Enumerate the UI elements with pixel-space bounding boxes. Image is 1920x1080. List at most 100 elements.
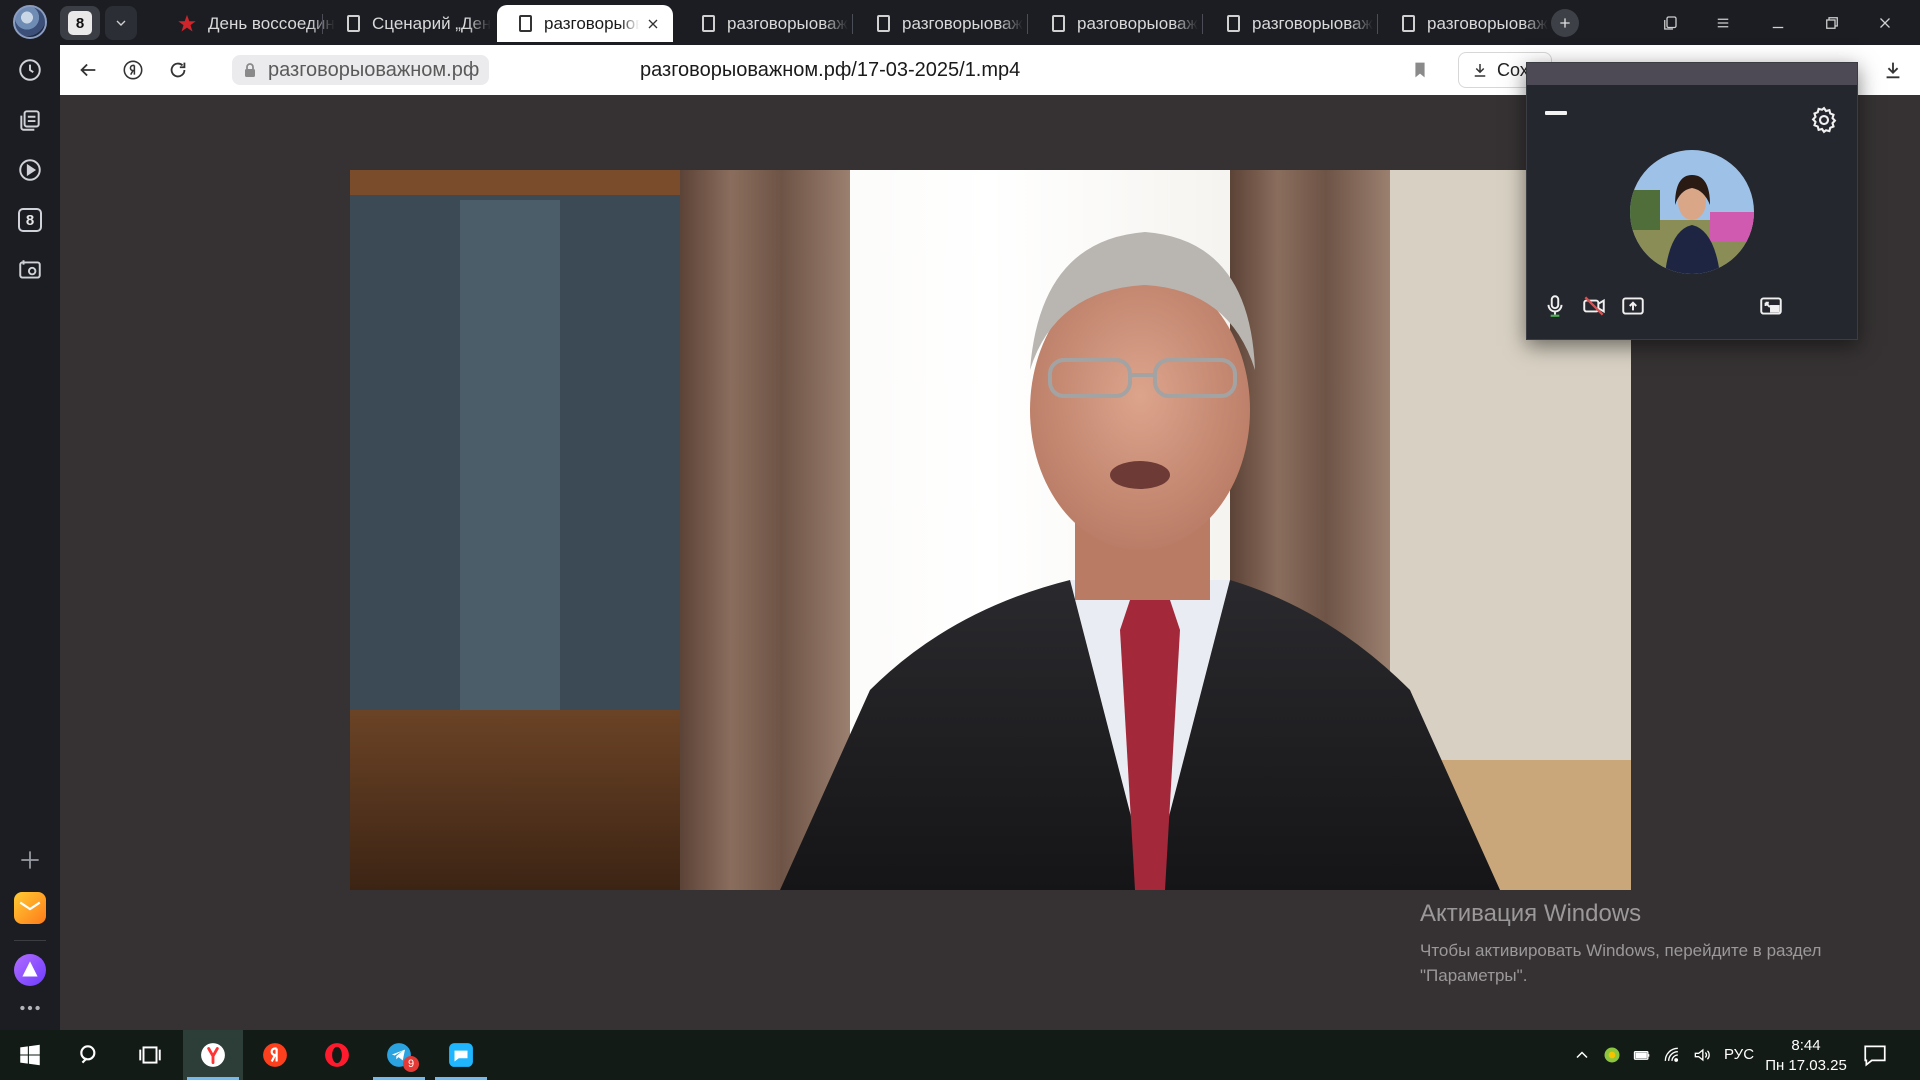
browser-sidebar: 8 xyxy=(0,0,60,1030)
clock-time: 8:44 xyxy=(1791,1037,1821,1054)
microphone-icon xyxy=(1547,295,1563,317)
page-icon xyxy=(519,15,532,32)
tab-6[interactable]: разговорыоваж xyxy=(1205,5,1375,42)
sidebar-counter: 8 xyxy=(18,208,42,232)
profile-avatar[interactable] xyxy=(12,4,48,40)
video-frame xyxy=(350,170,1631,890)
speaker-icon xyxy=(1694,1048,1710,1062)
tab-counter-value: 8 xyxy=(68,11,92,35)
battery-icon xyxy=(1633,1051,1650,1060)
lock-icon xyxy=(245,63,255,77)
tray-overflow-button[interactable] xyxy=(1570,1043,1594,1067)
close-window-button[interactable] xyxy=(1865,8,1905,38)
tabs-panel-button[interactable] xyxy=(1650,8,1690,38)
video-icon[interactable] xyxy=(12,152,48,188)
network-button[interactable] xyxy=(1660,1043,1684,1067)
bookmark-icon xyxy=(1415,62,1425,78)
microphone-button[interactable] xyxy=(1539,290,1571,322)
reload-icon xyxy=(170,62,186,78)
tab-4[interactable]: разговорыоваж xyxy=(855,5,1025,42)
hamburger-icon xyxy=(1717,18,1729,28)
page-icon xyxy=(877,15,890,32)
star-logo-icon xyxy=(178,14,196,32)
taskbar-yandex[interactable] xyxy=(245,1030,305,1080)
bookmark-button[interactable] xyxy=(1405,55,1435,85)
activation-text-line1: Чтобы активировать Windows, перейдите в … xyxy=(1420,941,1822,960)
taskbar-opera[interactable] xyxy=(307,1030,367,1080)
close-tab-icon[interactable] xyxy=(645,16,661,32)
counter-icon[interactable]: 8 xyxy=(12,202,48,238)
page-icon xyxy=(1402,15,1415,32)
windows-taskbar: 9 РУС 8:44 Пн 17.03.25 xyxy=(0,1030,1920,1080)
start-button[interactable] xyxy=(0,1030,60,1080)
search-icon xyxy=(80,1045,96,1064)
battery-button[interactable] xyxy=(1630,1043,1654,1067)
taskbar-max-messenger[interactable] xyxy=(431,1030,491,1080)
tab-title: разговорыоваж xyxy=(902,13,1023,33)
url-input[interactable]: разговорыоважном.рф/17-03-2025/1.mp4 xyxy=(640,59,1020,82)
chevron-down-icon xyxy=(116,20,126,26)
tab-title: разговорыоваж xyxy=(1252,13,1373,33)
clock[interactable]: 8:44 Пн 17.03.25 xyxy=(1760,1036,1852,1076)
tab-7[interactable]: разговорыоваж xyxy=(1380,5,1550,42)
copy-tabs-icon xyxy=(1664,16,1677,30)
tab-counter-button[interactable]: 8 xyxy=(60,6,100,40)
mail-app-icon[interactable] xyxy=(12,890,48,926)
windows-logo-icon xyxy=(20,1044,40,1066)
history-icon[interactable] xyxy=(12,52,48,88)
tab-3[interactable]: разговорыоваж xyxy=(680,5,850,42)
site-domain: разговорыоважном.рф xyxy=(268,58,480,81)
tray-app-button[interactable] xyxy=(1600,1043,1624,1067)
taskbar-yandex-browser[interactable] xyxy=(183,1030,243,1080)
back-button[interactable] xyxy=(73,55,103,85)
page-icon xyxy=(702,15,715,32)
camera-toggle-button[interactable] xyxy=(1578,290,1610,322)
video-call-widget[interactable] xyxy=(1526,62,1858,340)
tab-separator xyxy=(1377,14,1378,34)
add-icon[interactable] xyxy=(12,842,48,878)
tab-title: разговорыоваж xyxy=(727,13,848,33)
video-player[interactable] xyxy=(350,170,1631,890)
notification-icon xyxy=(1864,1045,1886,1067)
more-icon[interactable] xyxy=(12,990,48,1026)
search-button[interactable] xyxy=(60,1030,120,1080)
download-icon xyxy=(1474,64,1486,77)
tab-list-dropdown[interactable] xyxy=(105,6,137,40)
minimize-widget-button[interactable] xyxy=(1545,103,1569,123)
screen-share-button[interactable] xyxy=(1617,290,1649,322)
tab-bar: 8 День воссоедин Сценарий „Ден разговоры… xyxy=(60,0,1920,45)
settings-button[interactable] xyxy=(1809,105,1839,135)
close-icon xyxy=(1880,18,1890,28)
task-view-button[interactable] xyxy=(120,1030,180,1080)
site-chip[interactable]: разговорыоважном.рф xyxy=(232,55,490,85)
minimize-button[interactable] xyxy=(1758,8,1798,38)
tab-title: разговорыоваж xyxy=(1077,13,1198,33)
page-icon xyxy=(1227,15,1240,32)
menu-button[interactable] xyxy=(1703,8,1743,38)
new-tab-button[interactable] xyxy=(1551,9,1579,37)
taskbar-telegram[interactable]: 9 xyxy=(369,1030,429,1080)
alice-icon[interactable] xyxy=(12,952,48,988)
collections-icon[interactable] xyxy=(12,102,48,138)
notifications-button[interactable] xyxy=(1862,1042,1890,1068)
activation-heading: Активация Windows xyxy=(1420,900,1642,927)
downloads-button[interactable] xyxy=(1878,55,1908,85)
screenshot-icon[interactable] xyxy=(12,252,48,288)
windows-activation-watermark: Активация Windows Чтобы активировать Win… xyxy=(1420,900,1821,988)
tab-5[interactable]: разговорыоваж xyxy=(1030,5,1200,42)
reload-button[interactable] xyxy=(163,55,193,85)
tab-separator xyxy=(322,14,323,34)
yandex-home-button[interactable] xyxy=(118,55,148,85)
picture-in-picture-button[interactable] xyxy=(1755,290,1787,322)
restore-button[interactable] xyxy=(1812,8,1852,38)
tab-separator xyxy=(852,14,853,34)
restore-icon xyxy=(1826,17,1838,29)
screen-share-icon xyxy=(1622,297,1644,315)
tab-2-active[interactable]: разговорыов xyxy=(497,5,673,42)
widget-drag-bar[interactable] xyxy=(1527,63,1857,85)
language-indicator[interactable]: РУС xyxy=(1724,1046,1754,1063)
tab-title: День воссоедин xyxy=(208,13,335,33)
volume-button[interactable] xyxy=(1690,1043,1714,1067)
page-icon xyxy=(1052,15,1065,32)
tab-separator xyxy=(1027,14,1028,34)
